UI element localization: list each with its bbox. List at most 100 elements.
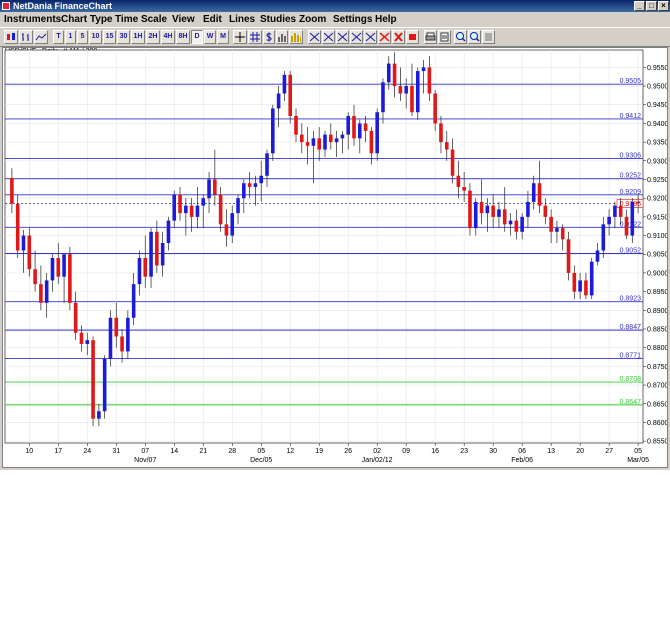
maximize-button[interactable]: □	[646, 1, 657, 11]
volume-icon[interactable]	[289, 30, 303, 44]
candle-up	[85, 340, 90, 344]
x-tick-label: 17	[54, 448, 62, 455]
timeframe-5m[interactable]: 5	[77, 30, 88, 44]
zoom-out-icon[interactable]	[468, 30, 481, 44]
timeframe-monthly[interactable]: M	[217, 30, 229, 44]
candle-up	[340, 134, 345, 139]
arc-icon[interactable]	[364, 30, 377, 44]
timeframe-30m[interactable]: 30	[117, 30, 130, 44]
candle-up	[323, 134, 327, 150]
candle-icon[interactable]	[4, 30, 18, 44]
level-label: 0.8847	[620, 324, 642, 331]
trendline-icon[interactable]	[308, 30, 321, 44]
price-chart[interactable]: 10 17 24 31 07 14 21 28 05 12 19 26 02 09 16 23 30 06 13 20…	[3, 48, 667, 467]
menu-settings[interactable]: Settings	[333, 12, 372, 27]
candle-up	[271, 108, 275, 154]
candle-down	[584, 280, 588, 296]
timeframe-10m[interactable]: 10	[89, 30, 102, 44]
x-tick-label: 27	[605, 448, 613, 455]
x-month-label: Nov/07	[134, 457, 156, 464]
timeframe-tick[interactable]: T	[53, 30, 64, 44]
save-icon[interactable]	[438, 30, 451, 44]
menu-zoom[interactable]: Zoom	[299, 12, 326, 27]
timeframe-15m[interactable]: 15	[103, 30, 116, 44]
level-label: 0.8923	[620, 296, 642, 303]
menu-chart-type[interactable]: Chart Type	[61, 12, 113, 27]
candle-up	[473, 201, 478, 229]
candle-down	[218, 194, 223, 225]
y-tick-label: 0.9400	[647, 121, 667, 128]
menu-bar: Instruments Chart Type Time Scale View E…	[0, 12, 670, 27]
candle-down	[444, 142, 449, 150]
x-tick-label: 12	[286, 448, 294, 455]
delete-all-icon[interactable]	[392, 30, 405, 44]
channel-icon[interactable]	[322, 30, 335, 44]
candle-up	[334, 138, 339, 143]
minimize-button[interactable]: _	[634, 1, 645, 11]
timeframe-daily[interactable]: D	[191, 30, 203, 44]
menu-studies[interactable]: Studies	[260, 12, 296, 27]
plot-frame	[4, 49, 644, 444]
menu-lines[interactable]: Lines	[229, 12, 255, 27]
candle-up	[62, 254, 66, 277]
line-chart-icon[interactable]	[34, 30, 48, 44]
timeframe-4h[interactable]: 4H	[161, 30, 175, 44]
candle-up	[149, 231, 153, 277]
chart-area[interactable]: USD/CHF , Daily , # 111 / 300 1017243107…	[2, 47, 668, 468]
timeframe-8h[interactable]: 8H	[176, 30, 190, 44]
candle-up	[21, 235, 26, 251]
app-logo-icon	[2, 2, 10, 10]
print-icon[interactable]	[424, 30, 437, 44]
timeframe-weekly[interactable]: W	[204, 30, 216, 44]
menu-help[interactable]: Help	[375, 12, 397, 27]
title-bar: NetDania FinanceChart _ □ ×	[0, 0, 670, 12]
fan-icon[interactable]	[350, 30, 363, 44]
candle-up	[102, 358, 107, 412]
y-tick-label: 0.9250	[647, 177, 667, 184]
dollar-icon[interactable]	[263, 30, 275, 44]
reset-icon[interactable]	[482, 30, 495, 44]
candle-down	[143, 257, 148, 277]
candle-up	[276, 93, 281, 109]
candle-down	[369, 130, 374, 154]
eraser-icon[interactable]	[406, 30, 419, 44]
candle-down	[10, 177, 14, 204]
volume-icon[interactable]	[276, 30, 288, 44]
fibonacci-icon[interactable]	[336, 30, 349, 44]
close-button[interactable]: ×	[658, 1, 669, 11]
x-month-label: Dec/05	[250, 457, 272, 464]
candle-down	[514, 220, 519, 232]
candle-down	[502, 209, 507, 225]
candle-up	[195, 205, 200, 217]
candle-down	[462, 186, 466, 191]
menu-instruments[interactable]: Instruments	[4, 12, 61, 27]
candle-up	[126, 317, 130, 352]
timeframe-1m[interactable]: 1	[65, 30, 76, 44]
timeframe-1h[interactable]: 1H	[131, 30, 145, 44]
x-tick-label: 06	[518, 448, 526, 455]
candle-up	[242, 183, 246, 199]
delete-line-icon[interactable]	[378, 30, 391, 44]
bars-icon[interactable]	[19, 30, 33, 44]
menu-time-scale[interactable]: Time Scale	[115, 12, 167, 27]
candle-up	[404, 86, 408, 94]
menu-edit[interactable]: Edit	[203, 12, 222, 27]
zoom-in-icon[interactable]	[454, 30, 467, 44]
candle-up	[508, 220, 513, 225]
timeframe-2h[interactable]: 2H	[146, 30, 160, 44]
menu-view[interactable]: View	[172, 12, 195, 27]
candle-up	[166, 220, 171, 244]
candle-up	[265, 153, 269, 176]
grid-icon[interactable]	[248, 30, 262, 44]
candle-up	[613, 205, 617, 217]
x-tick-label: 28	[228, 448, 236, 455]
candle-up	[630, 201, 635, 236]
x-tick-label: 05	[634, 448, 642, 455]
candle-down	[479, 201, 484, 214]
candle-up	[184, 205, 188, 214]
crosshair-icon[interactable]	[233, 30, 247, 44]
candle-up	[207, 179, 211, 199]
candle-down	[178, 194, 182, 214]
candle-down	[398, 86, 403, 94]
level-label: 0.9052	[620, 247, 642, 254]
